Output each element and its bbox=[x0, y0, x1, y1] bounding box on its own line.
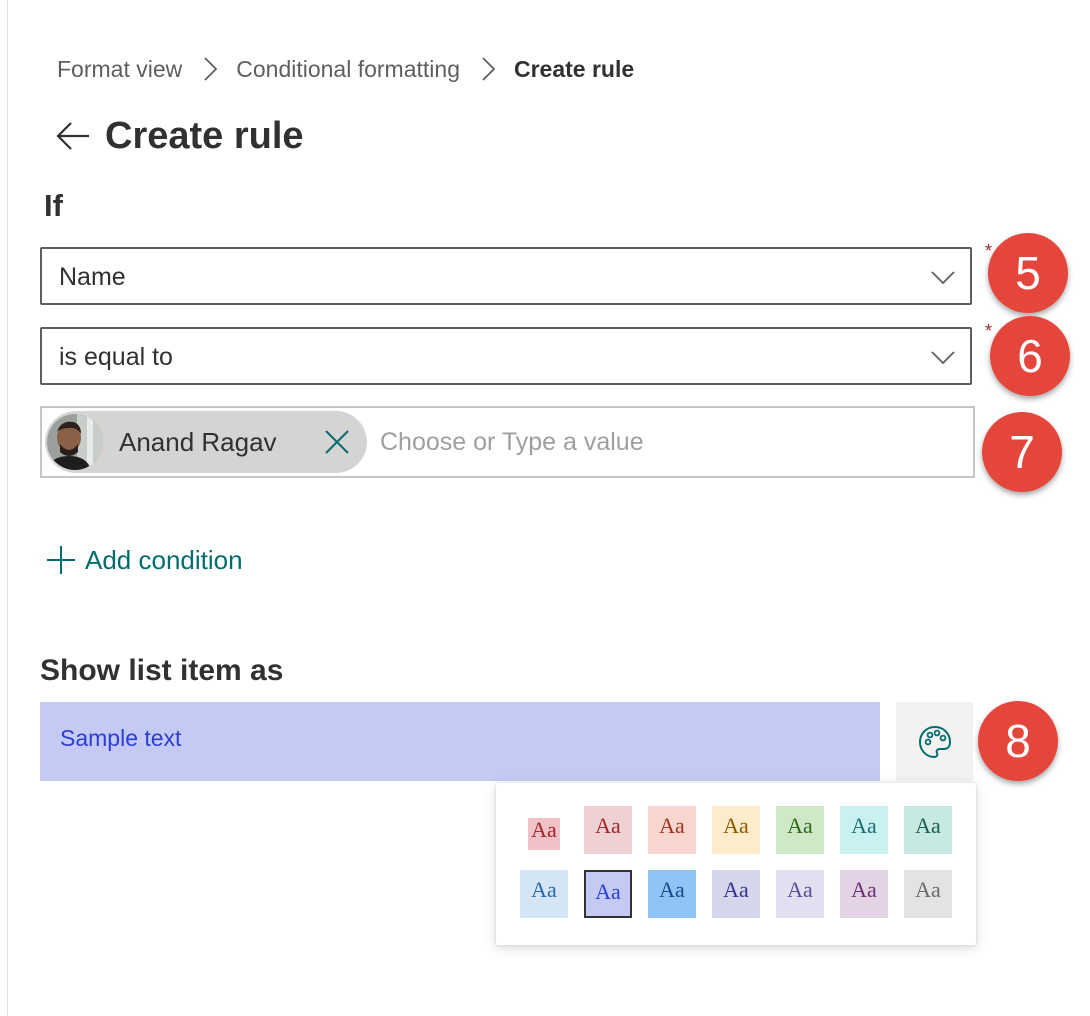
style-swatch[interactable]: Aa bbox=[520, 870, 568, 918]
chevron-right-icon bbox=[482, 57, 496, 81]
plus-icon bbox=[47, 546, 75, 574]
style-swatch[interactable]: Aa bbox=[712, 806, 760, 854]
palette-icon bbox=[918, 725, 952, 759]
breadcrumb: Format view Conditional formatting Creat… bbox=[57, 52, 634, 86]
field-dropdown[interactable]: Name bbox=[40, 247, 972, 305]
style-swatch[interactable]: Aa bbox=[840, 870, 888, 918]
chevron-down-icon bbox=[931, 271, 955, 285]
style-swatch-popup: Aa Aa Aa Aa Aa Aa Aa Aa Aa Aa Aa Aa Aa Aa bbox=[496, 783, 976, 945]
style-swatch[interactable]: Aa bbox=[776, 870, 824, 918]
style-swatch[interactable]: Aa bbox=[904, 870, 952, 918]
persona-name: Anand Ragav bbox=[119, 427, 277, 457]
required-indicator: * bbox=[985, 321, 993, 341]
style-swatch[interactable]: Aa bbox=[712, 870, 760, 918]
swatch-sample-text: Aa bbox=[851, 813, 877, 838]
sample-text: Sample text bbox=[60, 725, 182, 751]
title-row: Create rule bbox=[55, 108, 304, 164]
style-swatch[interactable]: Aa bbox=[648, 806, 696, 854]
swatch-sample-text: Aa bbox=[531, 877, 557, 902]
breadcrumb-create-rule: Create rule bbox=[513, 55, 635, 82]
chevron-right-icon bbox=[204, 57, 218, 81]
swatch-sample-text: Aa bbox=[851, 877, 877, 902]
persona-chip[interactable]: Anand Ragav bbox=[45, 411, 367, 473]
panel-left-border bbox=[7, 0, 8, 1016]
back-arrow-icon[interactable] bbox=[55, 118, 91, 154]
swatch-sample-text: Aa bbox=[659, 813, 685, 838]
page-title: Create rule bbox=[105, 114, 304, 157]
swatch-sample-text: Aa bbox=[659, 877, 685, 902]
style-palette-button[interactable] bbox=[896, 702, 973, 781]
close-icon[interactable] bbox=[323, 428, 351, 456]
field-dropdown-value: Name bbox=[59, 263, 126, 291]
swatch-sample-text: Aa bbox=[595, 813, 621, 838]
avatar bbox=[47, 414, 103, 470]
swatch-sample-text: Aa bbox=[915, 813, 941, 838]
swatch-sample-text: Aa bbox=[723, 813, 749, 838]
style-swatch[interactable]: Aa bbox=[584, 870, 632, 918]
callout-badge: 8 bbox=[978, 701, 1058, 781]
style-swatch[interactable]: Aa bbox=[776, 806, 824, 854]
value-people-picker[interactable]: Anand Ragav bbox=[40, 406, 975, 478]
swatch-sample-text: Aa bbox=[787, 877, 813, 902]
style-swatch[interactable]: Aa bbox=[840, 806, 888, 854]
swatch-sample-text: Aa bbox=[595, 879, 621, 904]
value-input[interactable] bbox=[380, 412, 970, 472]
callout-badge: 7 bbox=[982, 412, 1062, 492]
swatch-sample-text: Aa bbox=[787, 813, 813, 838]
breadcrumb-conditional-formatting[interactable]: Conditional formatting bbox=[236, 56, 460, 83]
add-condition-label: Add condition bbox=[85, 544, 243, 575]
swatch-sample-text: Aa bbox=[915, 877, 941, 902]
style-swatch[interactable]: Aa bbox=[528, 817, 560, 850]
add-condition-button[interactable]: Add condition bbox=[46, 540, 243, 580]
style-swatch[interactable]: Aa bbox=[584, 806, 632, 854]
style-swatch[interactable]: Aa bbox=[648, 870, 696, 918]
if-label: If bbox=[44, 188, 63, 223]
swatch-sample-text: Aa bbox=[531, 817, 557, 842]
show-list-item-as-label: Show list item as bbox=[40, 654, 284, 687]
operator-dropdown[interactable]: is equal to bbox=[40, 327, 972, 385]
sample-text-preview: Sample text bbox=[40, 702, 880, 781]
chevron-down-icon bbox=[931, 351, 955, 365]
swatch-sample-text: Aa bbox=[723, 877, 749, 902]
operator-dropdown-value: is equal to bbox=[59, 343, 173, 371]
callout-badge: 6 bbox=[990, 316, 1070, 396]
callout-badge: 5 bbox=[988, 233, 1068, 313]
style-swatch[interactable]: Aa bbox=[904, 806, 952, 854]
breadcrumb-format-view[interactable]: Format view bbox=[57, 56, 182, 83]
